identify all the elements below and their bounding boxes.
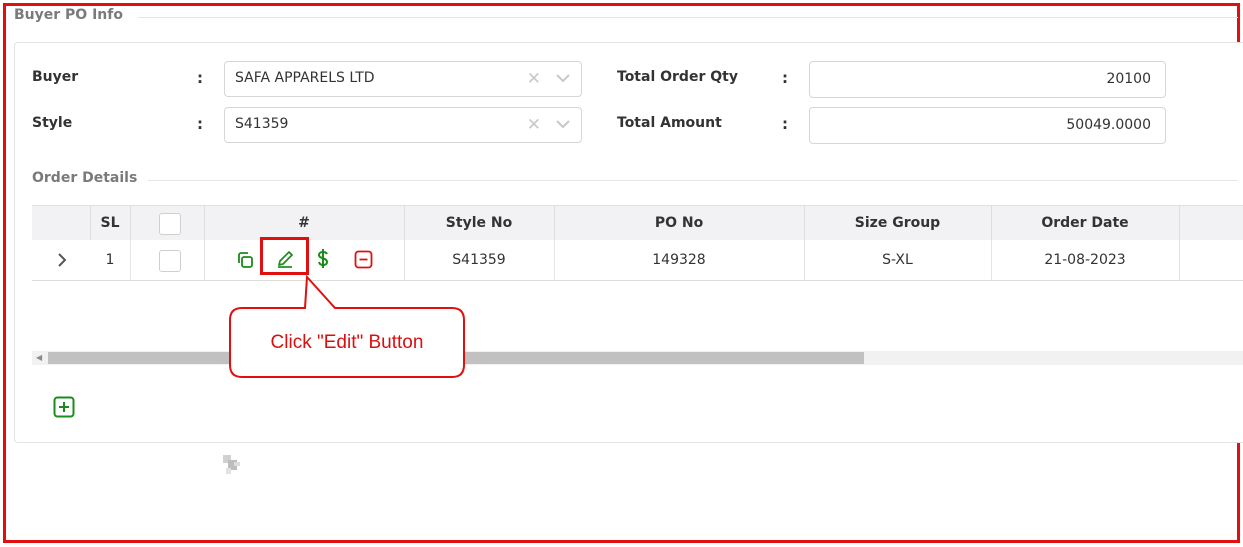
callout-bubble [229, 274, 465, 378]
cursor-artifact-icon [223, 455, 240, 474]
plus-square-icon[interactable] [53, 396, 75, 418]
callout-text: Click "Edit" Button [270, 332, 424, 353]
